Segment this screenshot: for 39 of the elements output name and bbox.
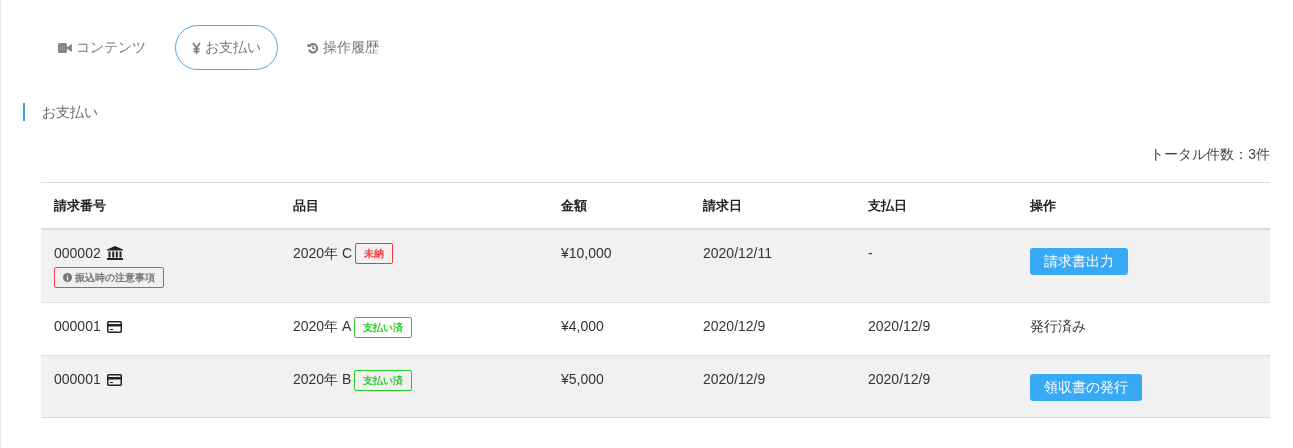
section-title: お支払い <box>23 103 1270 121</box>
column-header: 支払日 <box>868 197 907 213</box>
notice-button[interactable]: 振込時の注意事項 <box>54 266 164 288</box>
payment-date: - <box>868 244 873 261</box>
column-header: 請求日 <box>703 197 742 213</box>
video-camera-icon <box>58 42 72 53</box>
status-tag: 支払い済 <box>354 369 413 391</box>
action-button[interactable]: 領収書の発行 <box>1030 374 1142 401</box>
bank-icon <box>106 245 123 260</box>
column-header: 金額 <box>561 197 587 213</box>
payment-date: 2020/12/9 <box>868 371 931 387</box>
column-header: 品目 <box>293 197 319 213</box>
amount: ¥10,000 <box>561 244 612 261</box>
action-status: 発行済み <box>1030 318 1086 334</box>
payment-date: 2020/12/9 <box>868 318 931 334</box>
column-header: 操作 <box>1030 197 1056 213</box>
invoice-number: 000002 <box>54 244 101 261</box>
invoice-number: 000001 <box>54 371 101 387</box>
history-icon <box>307 41 319 54</box>
action-button[interactable]: 請求書出力 <box>1030 247 1128 275</box>
yen-icon <box>192 41 201 54</box>
credit-card-icon <box>106 374 122 386</box>
total-count: トータル件数：3件 <box>1150 146 1270 162</box>
item-name: 2020年 C <box>293 244 353 261</box>
status-tag: 支払い済 <box>354 316 413 338</box>
tab[interactable]: 操作履歴 <box>290 25 396 70</box>
billing-date: 2020/12/9 <box>703 318 766 334</box>
status-tag: 未納 <box>355 243 394 265</box>
item-name: 2020年 A <box>293 318 352 334</box>
info-icon <box>63 272 72 282</box>
invoice-number: 000001 <box>54 318 101 334</box>
billing-date: 2020/12/9 <box>703 371 766 387</box>
column-header: 請求番号 <box>54 197 106 213</box>
amount: ¥5,000 <box>561 371 604 387</box>
credit-card-icon <box>106 321 122 333</box>
billing-date: 2020/12/11 <box>703 244 773 261</box>
item-name: 2020年 B <box>293 371 352 387</box>
tab[interactable]: コンテンツ <box>41 25 163 70</box>
amount: ¥4,000 <box>561 318 604 334</box>
